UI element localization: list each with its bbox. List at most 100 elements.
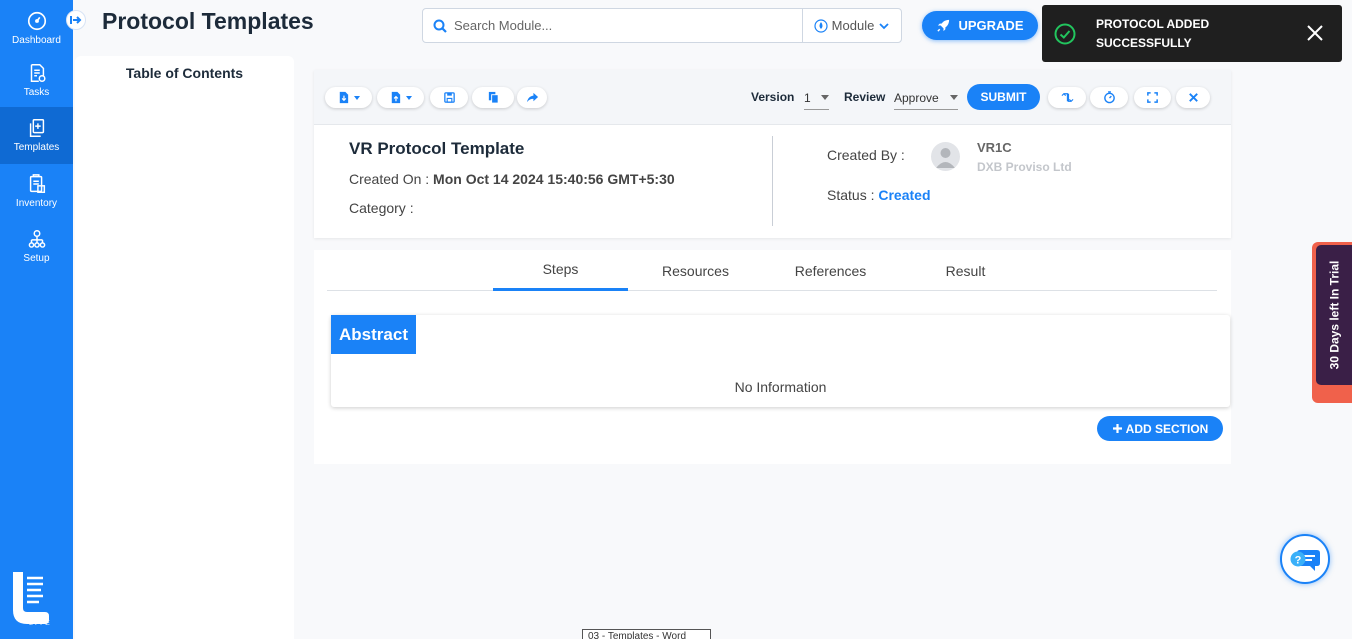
share-button[interactable] (517, 87, 547, 108)
sidebar-item-label: Tasks (23, 86, 50, 98)
search-bar: Module (422, 8, 902, 43)
svg-text:?: ? (1295, 555, 1302, 567)
created-on-label: Created On : (349, 171, 430, 187)
template-name: VR Protocol Template (349, 139, 525, 158)
status-label: Status : (827, 187, 875, 203)
copy-button[interactable] (472, 87, 514, 108)
save-button[interactable] (430, 87, 468, 108)
caret-down-icon (406, 95, 412, 100)
tab-references[interactable]: References (763, 250, 898, 291)
inventory-icon (29, 173, 45, 193)
review-label: Review (844, 90, 886, 104)
page-title: Protocol Templates (102, 8, 314, 34)
pin-icon (70, 16, 82, 24)
chat-help-icon: ? (1290, 550, 1320, 571)
creator-org: DXB Proviso Ltd (977, 160, 1072, 174)
tasks-icon (30, 63, 46, 82)
version-value: 1 (804, 90, 811, 105)
sidebar: Dashboard Tasks Templates Inventory Setu… (0, 0, 73, 639)
caret-down-icon (821, 95, 829, 100)
module-select-label: Module (831, 18, 875, 33)
sidebar-item-label: Templates (13, 142, 60, 153)
toast-message: PROTOCOL ADDED SUCCESSFULLY (1096, 17, 1210, 50)
avatar (931, 142, 960, 171)
user-icon (936, 148, 955, 168)
divider (772, 136, 773, 226)
sidebar-item-label: Setup (23, 252, 50, 264)
caret-down-icon (354, 95, 360, 100)
trial-banner-inner: 30 Days left In Trial (1316, 245, 1352, 385)
module-select[interactable]: Module (802, 9, 901, 42)
abstract-section: Abstract No Information (331, 315, 1230, 407)
sidebar-item-inventory[interactable]: Inventory (0, 163, 73, 219)
version-label: Version (751, 90, 795, 104)
taskbar-tooltip: 03 - Templates - Word (582, 629, 711, 639)
upload-button[interactable] (377, 87, 424, 108)
droplet-icon (814, 18, 828, 33)
save-icon (443, 92, 455, 103)
logo-text: LITE (29, 620, 52, 627)
plus-icon (1112, 424, 1122, 433)
created-by-label: Created By : (827, 147, 905, 163)
search-icon (433, 19, 447, 33)
fullscreen-button[interactable] (1134, 87, 1171, 108)
template-detail-card: Version 1 Review Approve SUBMIT VR Proto… (314, 70, 1231, 238)
timer-icon (1103, 91, 1115, 104)
tab-steps[interactable]: Steps (493, 250, 628, 291)
created-on-row: Created On : Mon Oct 14 2024 15:40:56 GM… (349, 171, 675, 187)
table-of-contents-panel: Table of Contents (75, 56, 294, 639)
success-toast: PROTOCOL ADDED SUCCESSFULLY (1042, 5, 1342, 62)
setup-icon (28, 229, 45, 248)
category-label: Category : (349, 200, 414, 216)
collapse-sidebar-button[interactable] (66, 10, 86, 30)
chevron-down-icon (879, 22, 889, 29)
upload-icon (391, 91, 401, 104)
templates-icon (29, 119, 44, 137)
rocket-icon (937, 19, 950, 32)
add-section-label: ADD SECTION (1125, 421, 1209, 436)
close-icon[interactable] (1306, 24, 1324, 42)
template-content-card: Steps Resources References Result Abstra… (314, 250, 1231, 464)
status-badge: Created (878, 187, 931, 203)
sidebar-item-templates[interactable]: Templates (0, 107, 73, 164)
trial-text: 30 Days left In Trial (1327, 260, 1341, 370)
add-section-button[interactable]: ADD SECTION (1097, 416, 1223, 441)
download-button[interactable] (325, 87, 372, 108)
upgrade-label: UPGRADE (958, 18, 1024, 33)
download-icon (339, 91, 349, 104)
review-select[interactable]: Approve (894, 86, 958, 110)
submit-button[interactable]: SUBMIT (967, 84, 1040, 110)
tab-bar: Steps Resources References Result (327, 250, 1217, 291)
status-row: Status : Created (827, 187, 931, 203)
compare-icon (1061, 92, 1073, 103)
expand-icon (1147, 92, 1158, 103)
timer-button[interactable] (1090, 87, 1128, 108)
tab-resources[interactable]: Resources (628, 250, 763, 291)
close-button[interactable] (1176, 87, 1210, 108)
sidebar-item-tasks[interactable]: Tasks (0, 52, 73, 108)
dashboard-icon (27, 11, 46, 30)
version-select[interactable]: 1 (804, 86, 829, 110)
review-value: Approve (894, 90, 939, 105)
compare-button[interactable] (1048, 87, 1086, 108)
share-icon (526, 92, 538, 103)
search-input[interactable] (454, 18, 794, 33)
sidebar-item-label: Dashboard (12, 34, 61, 46)
creator-code: VR1C (977, 140, 1012, 155)
upgrade-button[interactable]: UPGRADE (922, 11, 1038, 40)
created-on-value: Mon Oct 14 2024 15:40:56 GMT+5:30 (433, 171, 675, 187)
section-title[interactable]: Abstract (331, 315, 416, 354)
tab-result[interactable]: Result (898, 250, 1033, 291)
help-chat-button[interactable]: ? (1280, 534, 1330, 584)
toc-title: Table of Contents (125, 65, 244, 81)
empty-state-text: No Information (734, 379, 827, 395)
sidebar-item-setup[interactable]: Setup (0, 218, 73, 274)
caret-down-icon (950, 95, 958, 100)
category-row: Category : (349, 200, 414, 216)
sidebar-item-dashboard[interactable]: Dashboard (0, 0, 73, 56)
copy-icon (488, 91, 499, 104)
close-icon (1188, 93, 1198, 102)
template-toolbar: Version 1 Review Approve SUBMIT (314, 70, 1231, 125)
trial-banner[interactable]: 30 Days left In Trial (1312, 242, 1352, 403)
sidebar-item-label: Inventory (15, 197, 58, 209)
